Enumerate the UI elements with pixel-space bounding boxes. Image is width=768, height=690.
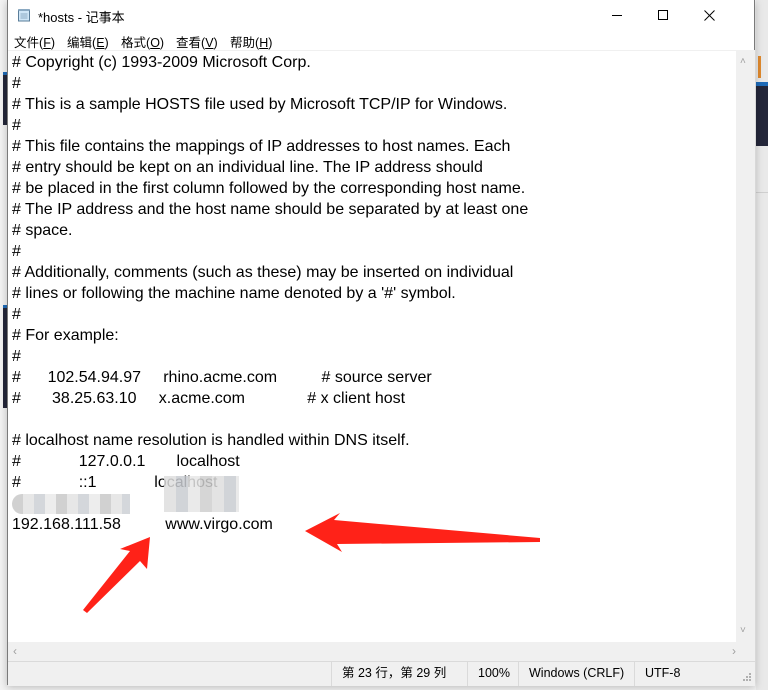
menu-edit[interactable]: 编辑(E) (67, 32, 109, 51)
editor-line: # This is a sample HOSTS file used by Mi… (12, 96, 508, 113)
editor-line: # (12, 117, 21, 134)
close-button[interactable] (686, 0, 732, 30)
text-editor[interactable]: 192.168.111.58 www.virgo.com # ::1 localh… (8, 50, 736, 643)
maximize-button[interactable] (640, 0, 686, 30)
editor-line: # (12, 348, 21, 365)
resize-grip-icon[interactable] (742, 672, 752, 682)
editor-line: # The IP address and the host name shoul… (12, 201, 529, 218)
encoding: UTF-8 (634, 662, 744, 686)
editor-line: # 38.25.63.10 x.acme.com # x client host (12, 390, 406, 407)
menu-label: 编辑 (67, 36, 93, 50)
scroll-left-icon[interactable]: ‹ (13, 644, 17, 658)
editor-line: # entry should be kept on an individual … (12, 159, 483, 176)
menu-label: 帮助 (230, 36, 256, 50)
menu-label: 文件 (14, 36, 40, 50)
menu-help[interactable]: 帮助(H) (230, 32, 272, 51)
editor-line: # 102.54.94.97 rhino.acme.com # source s… (12, 369, 432, 386)
scroll-up-icon[interactable]: ˄ (740, 56, 746, 67)
editor-line: # lines or following the machine name de… (12, 285, 456, 302)
background-window-right (756, 0, 768, 690)
editor-line: # (12, 75, 21, 92)
menu-view[interactable]: 查看(V) (176, 32, 218, 51)
editor-line: # Copyright (c) 1993-2009 Microsoft Corp… (12, 54, 311, 71)
menu-accelerator: E (96, 36, 105, 50)
vertical-scrollbar[interactable]: ˄ ˅ (736, 50, 755, 642)
editor-line: # space. (12, 222, 73, 239)
menu-accelerator: O (150, 36, 160, 50)
background-divider (756, 192, 768, 193)
editor-line: # Additionally, comments (such as these)… (12, 264, 514, 281)
menu-accelerator: F (43, 36, 51, 50)
editor-line: # (12, 306, 21, 323)
menu-format[interactable]: 格式(O) (121, 32, 164, 51)
status-bar: 第 23 行，第 29 列 100% Windows (CRLF) UTF-8 (8, 661, 755, 686)
redacted-hostname (164, 476, 239, 512)
menu-accelerator: H (259, 36, 269, 50)
window-title: *hosts - 记事本 (38, 10, 125, 25)
menu-accelerator: V (205, 36, 214, 50)
editor-line: # For example: (12, 327, 119, 344)
background-accent (756, 86, 768, 146)
background-accent (758, 56, 761, 78)
maximize-icon (657, 9, 668, 20)
editor-line: 192.168.111.58 www.virgo.com (12, 516, 273, 533)
menu-bar: 文件(F) 编辑(E) 格式(O) 查看(V) 帮助(H) (8, 30, 754, 50)
zoom-level: 100% (467, 662, 518, 686)
editor-line: # localhost name resolution is handled w… (12, 432, 410, 449)
editor-line: # This file contains the mappings of IP … (12, 138, 511, 155)
line-ending: Windows (CRLF) (518, 662, 634, 686)
editor-line: # 127.0.0.1 localhost (12, 453, 240, 470)
scroll-down-icon[interactable]: ˅ (740, 625, 746, 636)
minimize-button[interactable] (594, 0, 640, 30)
notepad-window: *hosts - 记事本 文件(F) 编辑(E) 格式(O) 查看(V) 帮助(… (7, 0, 755, 686)
cursor-position: 第 23 行，第 29 列 (331, 662, 467, 686)
menu-file[interactable]: 文件(F) (14, 32, 55, 51)
editor-line: # be placed in the first column followed… (12, 180, 526, 197)
menu-label: 查看 (176, 36, 202, 50)
scroll-right-icon[interactable]: › (732, 644, 736, 658)
title-bar[interactable]: *hosts - 记事本 (8, 0, 754, 30)
horizontal-scrollbar[interactable]: ‹ › (8, 642, 755, 661)
redacted-ip (12, 494, 130, 514)
editor-line: # (12, 243, 21, 260)
notepad-icon (17, 8, 31, 22)
menu-label: 格式 (121, 36, 147, 50)
minimize-icon (611, 14, 622, 16)
close-icon (703, 9, 715, 21)
